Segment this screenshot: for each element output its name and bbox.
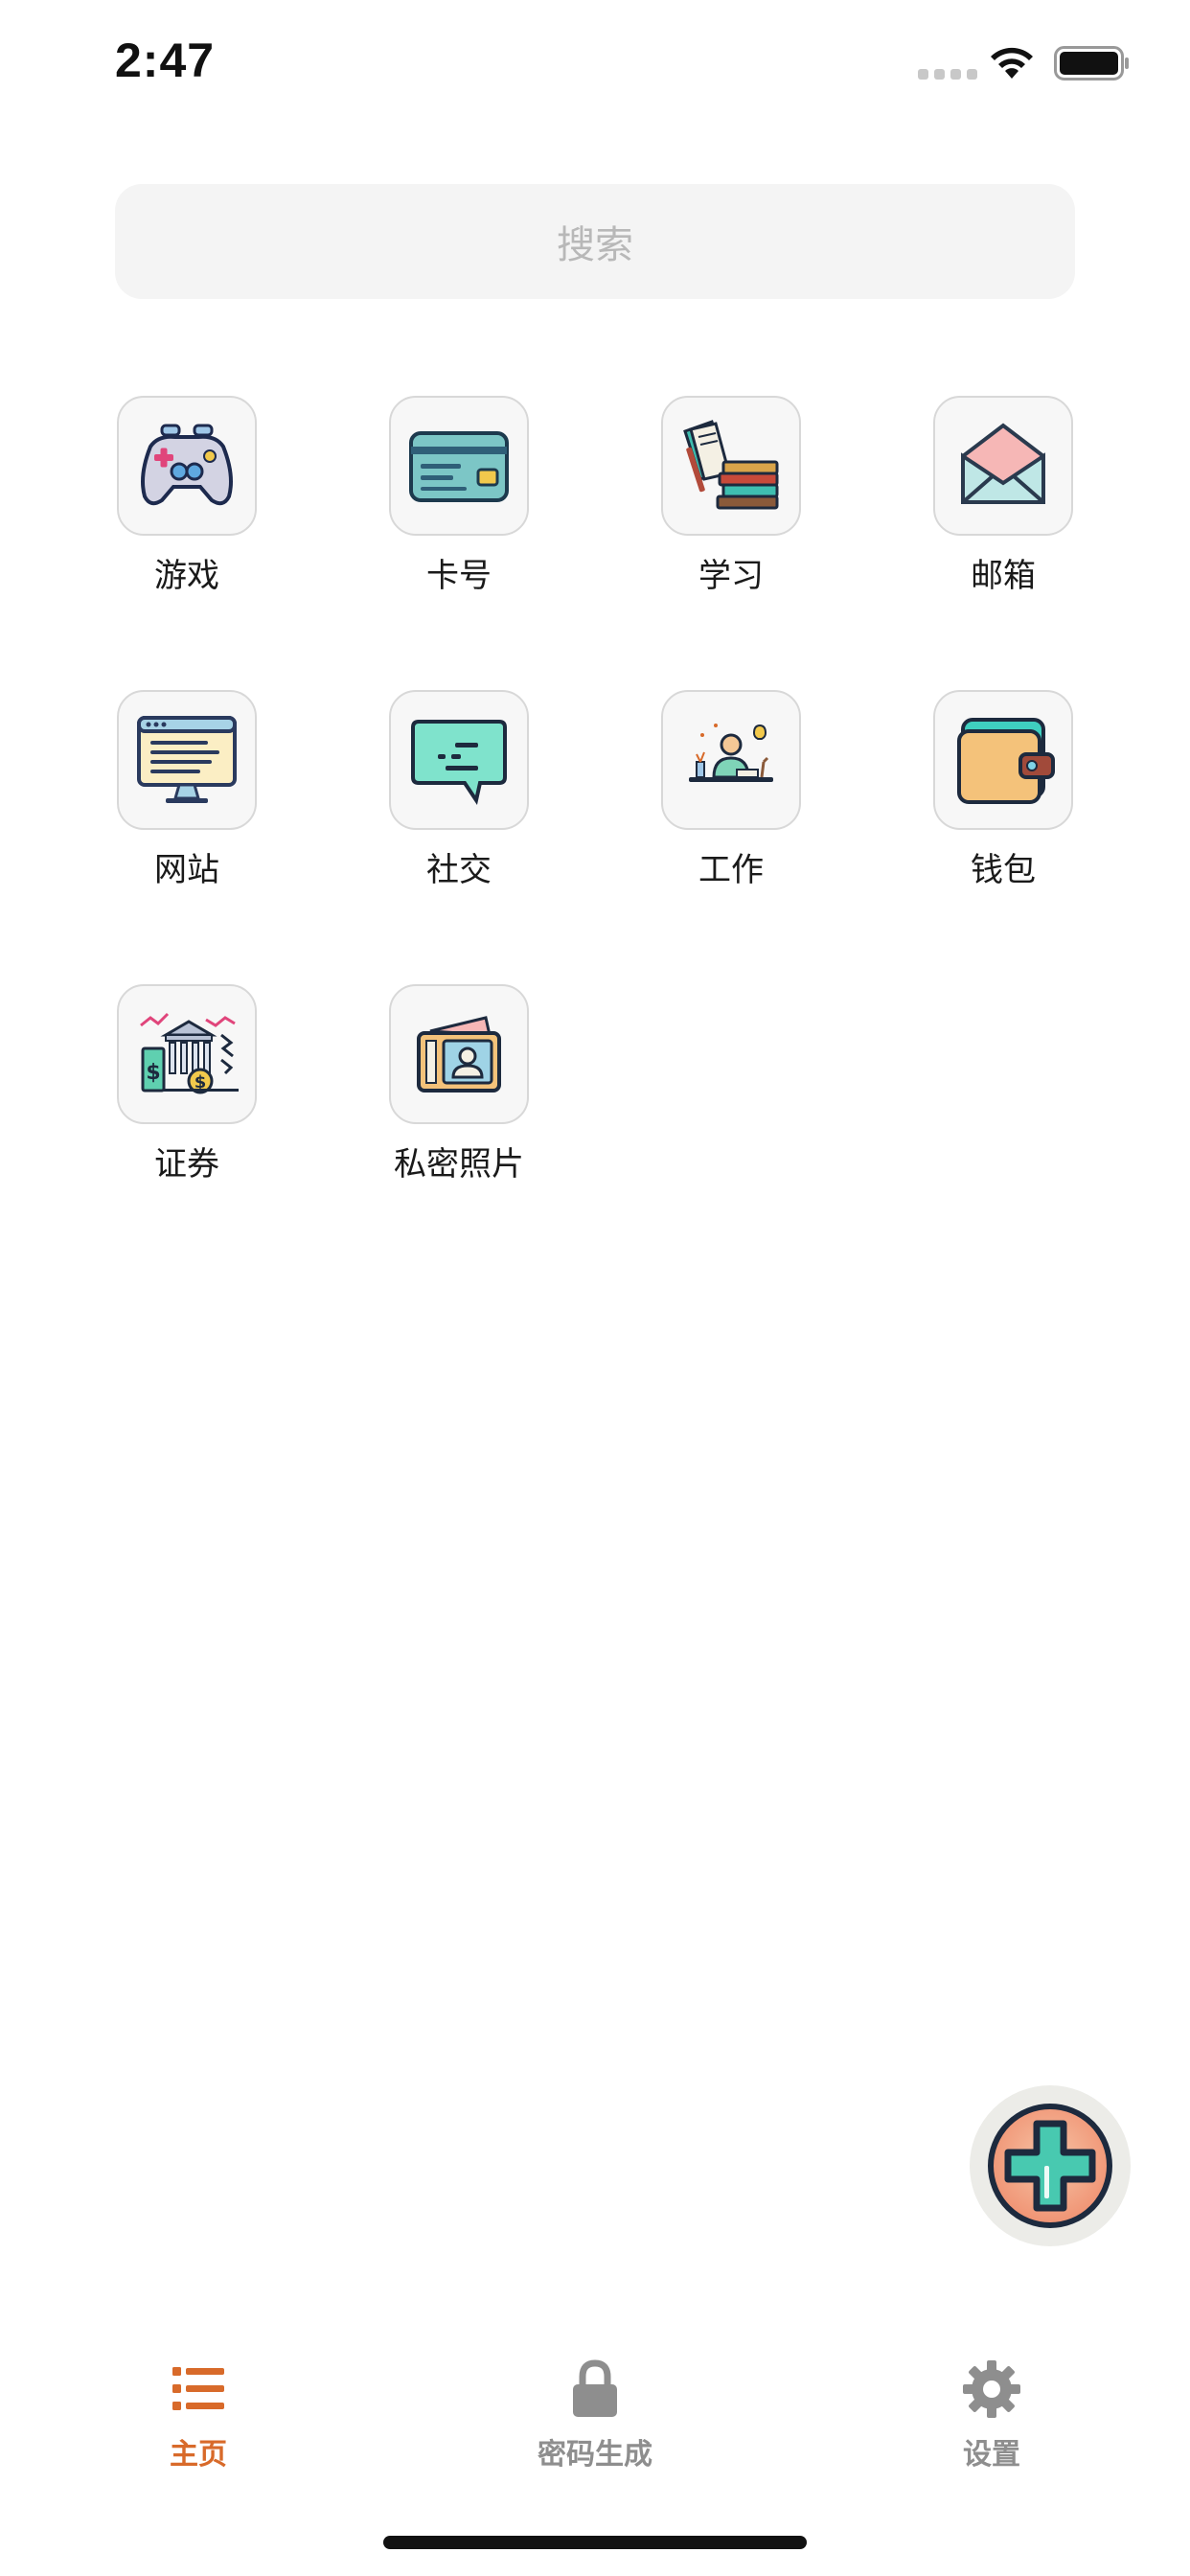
- category-item-wallet[interactable]: 钱包: [898, 690, 1109, 890]
- category-label: 社交: [426, 851, 492, 889]
- category-label: 工作: [698, 851, 764, 889]
- category-item-website[interactable]: 网站: [81, 690, 292, 890]
- home-indicator: [383, 2536, 807, 2549]
- category-item-private-photos[interactable]: 私密照片: [354, 984, 564, 1184]
- search-input[interactable]: 搜索: [115, 184, 1075, 299]
- category-label: 游戏: [154, 557, 219, 595]
- wallet-icon: [957, 718, 1055, 804]
- category-tile[interactable]: [661, 690, 801, 830]
- category-item-social[interactable]: 社交: [354, 690, 564, 890]
- category-item-work[interactable]: 工作: [626, 690, 836, 890]
- category-item-study[interactable]: 学习: [626, 396, 836, 596]
- add-button[interactable]: [970, 2085, 1131, 2246]
- category-label: 学习: [698, 557, 764, 595]
- list-icon: [172, 2367, 224, 2410]
- category-tile[interactable]: [661, 396, 801, 536]
- tab-label: 密码生成: [538, 2438, 652, 2472]
- wifi-icon: [991, 47, 1033, 79]
- category-label: 邮箱: [971, 557, 1036, 595]
- photo-id-icon: [417, 1016, 501, 1092]
- search-placeholder: 搜索: [557, 223, 633, 267]
- bank-stock-icon: $ $: [140, 1012, 239, 1094]
- tab-label: 主页: [170, 2438, 227, 2472]
- category-label: 证券: [154, 1145, 219, 1184]
- category-tile[interactable]: [117, 396, 257, 536]
- tab-home[interactable]: 主页: [103, 2358, 294, 2472]
- svg-text:$: $: [146, 1061, 160, 1085]
- tab-bar: 主页 密码生成 设置: [0, 2338, 1190, 2482]
- tab-settings[interactable]: 设置: [896, 2358, 1087, 2472]
- lock-icon: [573, 2359, 617, 2417]
- status-bar: 2:47: [0, 0, 1190, 134]
- books-icon: [683, 420, 779, 510]
- category-tile[interactable]: [933, 690, 1073, 830]
- category-item-game[interactable]: 游戏: [81, 396, 292, 596]
- status-time: 2:47: [115, 34, 216, 87]
- category-item-securities[interactable]: $ $ 证券: [81, 984, 292, 1184]
- category-label: 钱包: [971, 851, 1036, 889]
- category-label: 私密照片: [394, 1145, 524, 1184]
- category-tile[interactable]: [117, 690, 257, 830]
- category-item-card[interactable]: 卡号: [354, 396, 564, 596]
- category-label: 网站: [154, 851, 219, 889]
- category-item-email[interactable]: 邮箱: [898, 396, 1109, 596]
- category-tile[interactable]: [933, 396, 1073, 536]
- monitor-icon: [137, 716, 237, 803]
- tab-password-generator[interactable]: 密码生成: [499, 2358, 691, 2472]
- cellular-signal-icon: [918, 69, 977, 80]
- category-tile[interactable]: [389, 984, 529, 1124]
- credit-card-icon: [409, 431, 509, 502]
- category-tile[interactable]: [389, 396, 529, 536]
- gamepad-icon: [141, 424, 233, 506]
- gear-icon: [963, 2360, 1020, 2418]
- tab-label: 设置: [963, 2438, 1020, 2472]
- category-tile[interactable]: $ $: [117, 984, 257, 1124]
- chat-bubble-icon: [411, 720, 507, 806]
- battery-icon: [1054, 46, 1129, 80]
- desk-worker-icon: [689, 724, 773, 782]
- envelope-icon: [961, 423, 1045, 504]
- category-label: 卡号: [426, 557, 492, 595]
- plus-icon: [988, 2104, 1112, 2228]
- category-tile[interactable]: [389, 690, 529, 830]
